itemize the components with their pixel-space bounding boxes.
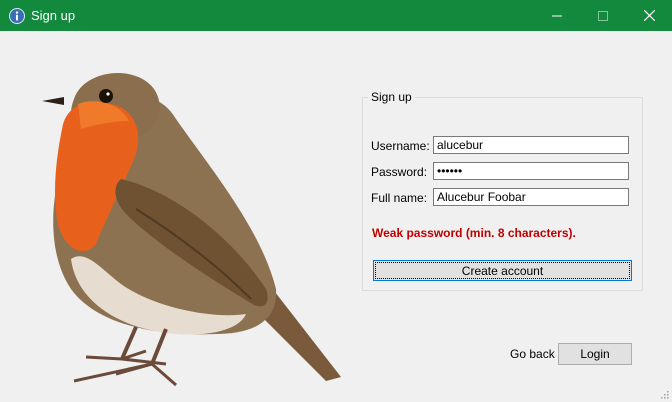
username-input[interactable] xyxy=(433,136,629,154)
fullname-input[interactable] xyxy=(433,188,629,206)
signup-window: Sign up Sign up Username: alucebur Passw… xyxy=(0,0,672,402)
group-title: Sign up xyxy=(368,90,415,104)
close-button[interactable] xyxy=(626,0,672,31)
robin-bird-image xyxy=(42,72,341,387)
password-label: Password: xyxy=(371,165,428,179)
window-title: Sign up xyxy=(31,8,76,23)
minimize-icon xyxy=(552,15,562,16)
login-button[interactable]: Login xyxy=(558,343,632,365)
maximize-button[interactable] xyxy=(580,0,626,31)
title-bar[interactable]: Sign up xyxy=(0,0,672,31)
password-input[interactable] xyxy=(433,162,629,180)
fullname-label: Full name: xyxy=(371,191,428,205)
signup-groupbox: Sign up Username: Password: Full name: W… xyxy=(362,90,643,291)
maximize-icon xyxy=(598,10,608,21)
password-warning: Weak password (min. 8 characters). xyxy=(372,226,576,240)
client-area: Sign up Username: Password: Full name: W… xyxy=(1,31,671,401)
info-icon xyxy=(9,8,25,24)
username-label: Username: xyxy=(371,139,430,153)
resize-grip-icon[interactable] xyxy=(659,389,669,399)
minimize-button[interactable] xyxy=(534,0,580,31)
go-back-link[interactable]: Go back xyxy=(510,347,555,361)
close-icon xyxy=(643,10,655,21)
create-account-button[interactable]: Create account xyxy=(373,260,632,281)
